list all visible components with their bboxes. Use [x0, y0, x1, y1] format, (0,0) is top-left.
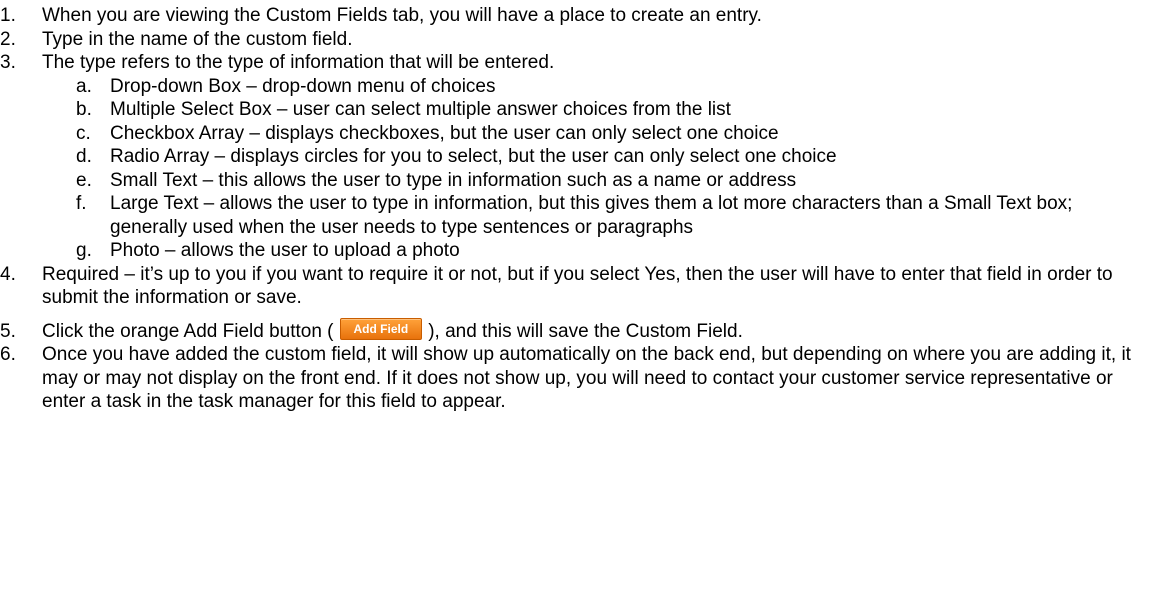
type-text: Radio Array – displays circles for you t… — [110, 146, 837, 167]
type-text: Drop-down Box – drop-down menu of choice… — [110, 75, 496, 97]
step-text: The type refers to the type of informati… — [42, 52, 555, 73]
step-number: 1. — [0, 5, 16, 26]
type-text: Multiple Select Box – user can select mu… — [110, 99, 731, 120]
type-letter: b. — [76, 99, 92, 120]
step-number: 2. — [0, 28, 16, 50]
step-3: 3. The type refers to the type of inform… — [0, 51, 1166, 75]
type-letter: f. — [76, 193, 87, 214]
step-4: 4. Required – it’s up to you if you want… — [0, 263, 1166, 310]
step-5: 5. Click the orange Add Field button (Ad… — [0, 318, 1166, 344]
type-item-small-text: e. Small Text – this allows the user to … — [0, 169, 1166, 193]
instructions-document: 1. When you are viewing the Custom Field… — [0, 0, 1166, 414]
step-number: 6. — [0, 344, 16, 365]
step-number: 4. — [0, 263, 16, 285]
type-item-photo: g. Photo – allows the user to upload a p… — [0, 239, 1166, 263]
step-text: Required – it’s up to you if you want to… — [42, 263, 1113, 309]
step-text: Once you have added the custom field, it… — [42, 344, 1131, 412]
step-text: When you are viewing the Custom Fields t… — [42, 5, 762, 26]
type-item-checkbox-array: c. Checkbox Array – displays checkboxes,… — [0, 122, 1166, 146]
step-1: 1. When you are viewing the Custom Field… — [0, 4, 1166, 28]
type-letter: d. — [76, 146, 92, 167]
add-field-button[interactable]: Add Field — [339, 318, 423, 341]
step-6: 6. Once you have added the custom field,… — [0, 343, 1166, 414]
type-item-large-text: f. Large Text – allows the user to type … — [0, 192, 1166, 239]
type-text: Photo – allows the user to upload a phot… — [110, 240, 460, 261]
type-item-dropdown: a. Drop-down Box – drop-down menu of cho… — [0, 75, 1166, 99]
type-text: Large Text – allows the user to type in … — [110, 193, 1073, 238]
step-text-after: ), and this will save the Custom Field. — [428, 320, 743, 342]
step-text: Type in the name of the custom field. — [42, 28, 353, 50]
type-item-radio-array: d. Radio Array – displays circles for yo… — [0, 145, 1166, 169]
type-item-multiple-select: b. Multiple Select Box – user can select… — [0, 98, 1166, 122]
type-text: Checkbox Array – displays checkboxes, bu… — [110, 122, 779, 144]
step-number: 3. — [0, 52, 16, 73]
type-text: Small Text – this allows the user to typ… — [110, 169, 797, 191]
type-letter: g. — [76, 240, 92, 261]
type-letter: a. — [76, 75, 92, 97]
step-2: 2. Type in the name of the custom field. — [0, 28, 1166, 52]
type-letter: e. — [76, 169, 92, 191]
type-letter: c. — [76, 122, 91, 144]
step-number: 5. — [0, 320, 16, 342]
step-text-before: Click the orange Add Field button ( — [42, 320, 334, 342]
